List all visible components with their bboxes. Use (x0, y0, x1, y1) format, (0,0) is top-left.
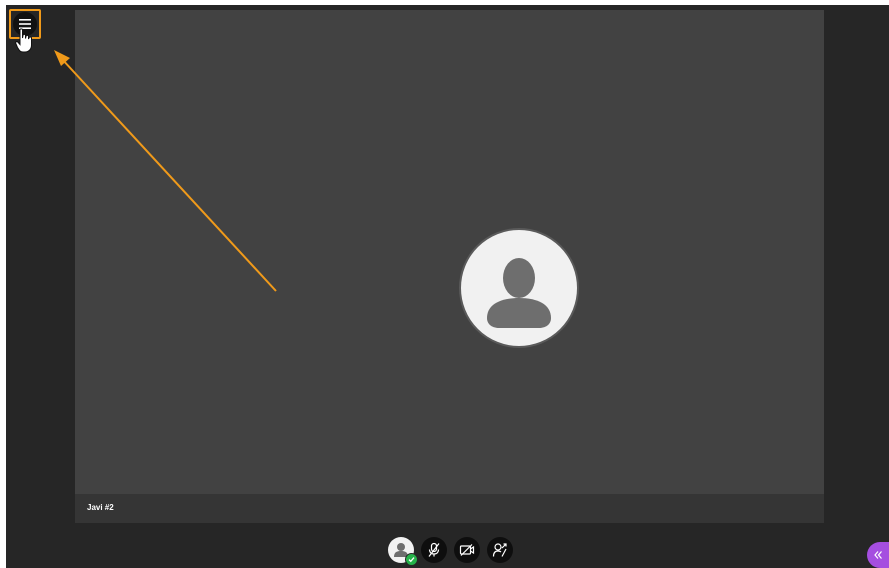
check-icon (408, 557, 415, 563)
microphone-muted-icon (428, 542, 440, 557)
participant-name: Javi #2 (87, 503, 114, 512)
double-chevron-left-icon (874, 551, 882, 559)
participant-name-bar: Javi #2 (75, 494, 824, 523)
user-status-button[interactable] (388, 537, 418, 566)
meeting-app: Javi #2 (6, 5, 889, 568)
status-badge (405, 553, 418, 566)
user-silhouette-icon (487, 258, 551, 328)
side-panel-toggle[interactable] (867, 542, 889, 568)
hand-cursor-icon (15, 28, 32, 53)
call-controls-toolbar (6, 535, 889, 566)
participant-video-tile (75, 10, 824, 494)
participant-avatar (459, 228, 579, 348)
camera-toggle-button[interactable] (454, 537, 480, 563)
camera-off-icon (459, 544, 475, 556)
share-icon (492, 543, 507, 557)
share-content-button[interactable] (487, 537, 513, 563)
microphone-toggle-button[interactable] (421, 537, 447, 563)
